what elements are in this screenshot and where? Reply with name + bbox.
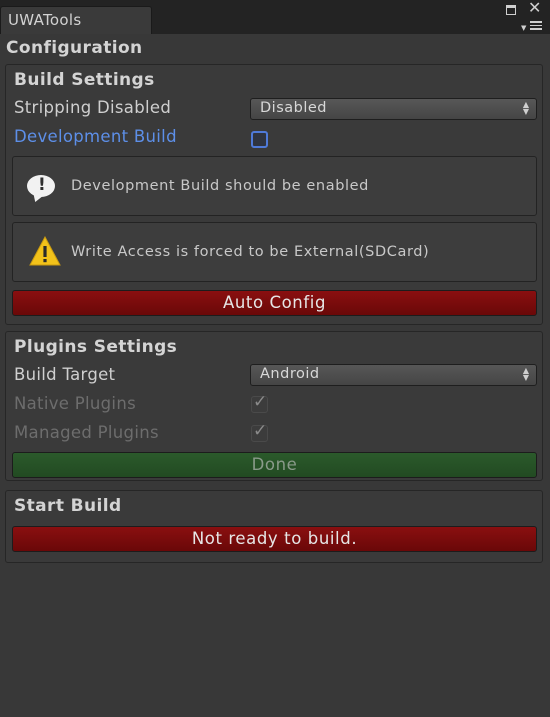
context-menu-icon[interactable]: ▼ [521, 20, 543, 32]
info-icon: ! [27, 175, 55, 197]
managed-plugins-label: Managed Plugins [14, 423, 159, 442]
build-target-label: Build Target [14, 365, 116, 384]
page-title: Configuration [6, 38, 143, 58]
window-tab-bar: UWATools ✕ ▼ [0, 0, 550, 34]
maximize-icon[interactable] [506, 5, 516, 15]
checkmark-icon: ✓ [253, 392, 268, 412]
build-settings-panel: Build Settings Stripping Disabled Disabl… [5, 64, 543, 325]
native-plugins-label: Native Plugins [14, 394, 136, 413]
plugins-settings-title: Plugins Settings [14, 337, 178, 357]
info-message: Development Build should be enabled [71, 178, 369, 194]
warning-message: Write Access is forced to be External(SD… [71, 244, 430, 260]
build-target-dropdown-value: Android [260, 366, 320, 382]
development-build-checkbox[interactable] [251, 131, 268, 148]
native-plugins-checkbox[interactable]: ✓ [251, 392, 268, 413]
warning-helpbox: Write Access is forced to be External(SD… [12, 222, 537, 282]
managed-plugins-checkbox[interactable]: ✓ [251, 421, 268, 442]
window-tab[interactable]: UWATools [0, 6, 152, 34]
stripping-dropdown[interactable]: Disabled ▲ ▼ [250, 98, 537, 120]
development-build-label: Development Build [14, 127, 177, 146]
done-button[interactable]: Done [12, 452, 537, 478]
checkmark-icon: ✓ [253, 421, 268, 441]
build-settings-title: Build Settings [14, 70, 155, 90]
stripping-label: Stripping Disabled [14, 98, 172, 117]
start-build-panel: Start Build Not ready to build. [5, 490, 543, 563]
dropdown-arrows-icon: ▲ ▼ [522, 366, 529, 382]
info-helpbox: ! Development Build should be enabled [12, 156, 537, 216]
window-tab-title: UWATools [8, 11, 82, 29]
auto-config-button[interactable]: Auto Config [12, 290, 537, 316]
dropdown-arrows-icon: ▲ ▼ [522, 100, 529, 116]
build-status-button[interactable]: Not ready to build. [12, 526, 537, 552]
build-target-dropdown[interactable]: Android ▲ ▼ [250, 364, 537, 386]
stripping-dropdown-value: Disabled [260, 100, 327, 116]
warning-icon [29, 236, 61, 266]
start-build-title: Start Build [14, 496, 122, 516]
plugins-settings-panel: Plugins Settings Build Target Android ▲ ▼… [5, 331, 543, 481]
close-icon[interactable]: ✕ [528, 0, 541, 16]
